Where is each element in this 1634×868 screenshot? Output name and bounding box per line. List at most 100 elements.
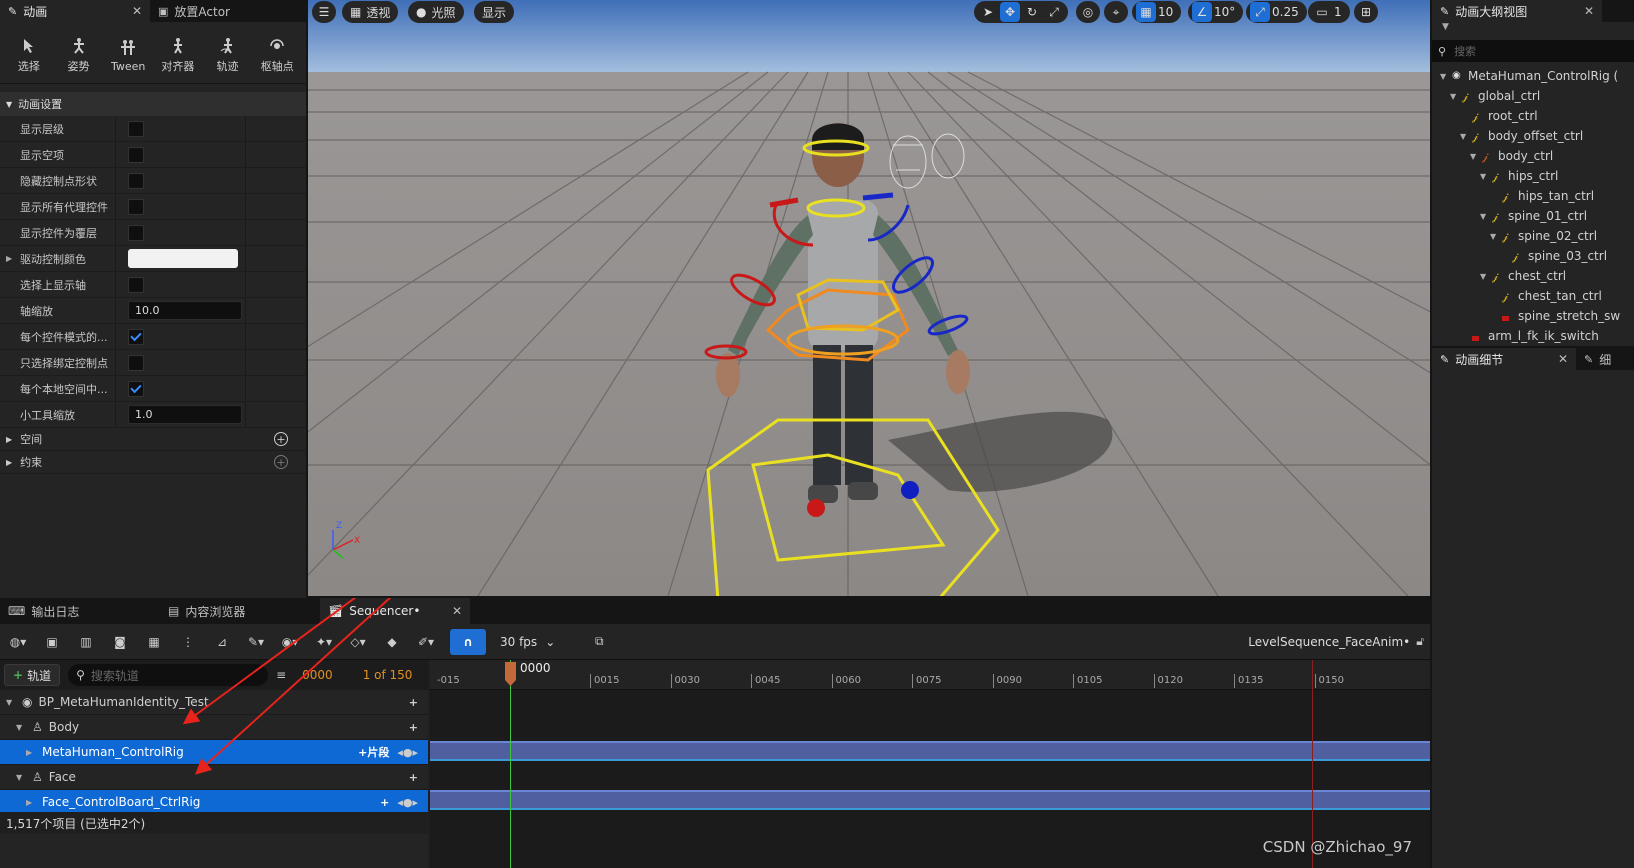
chevron-down-icon[interactable]: ▼ [1432, 22, 1634, 36]
add-section-button[interactable]: + [409, 696, 418, 709]
add-constraint-button[interactable]: + [274, 455, 288, 469]
chevron-right-icon[interactable]: ▶ [26, 748, 38, 757]
viewport-menu-button[interactable]: ☰ [312, 1, 336, 23]
track-row[interactable]: ▼ ◉ BP_MetaHumanIdentity_Test + [0, 690, 428, 715]
tab-content-browser[interactable]: ▤ 内容浏览器 [160, 598, 320, 624]
setting-checkbox[interactable] [128, 354, 144, 371]
current-frame[interactable]: 0000 [302, 668, 333, 682]
tool-pivot[interactable]: 枢轴点 [252, 37, 302, 74]
outliner-search-input[interactable]: ⚲ 搜索 [1432, 40, 1634, 62]
chevron-down-icon[interactable]: ▼ [1490, 232, 1500, 241]
tool-select[interactable]: 选择 [4, 37, 54, 74]
chevron-right-icon[interactable]: ▶ [26, 798, 38, 807]
outliner-item[interactable]: ▼ ◉ MetaHuman_ControlRig ( [1432, 66, 1634, 86]
chevron-down-icon[interactable]: ▼ [1450, 92, 1460, 101]
setting-checkbox[interactable] [128, 198, 144, 215]
section-anim-settings[interactable]: ▼ 动画设置 [0, 92, 306, 116]
key-nav-icon[interactable]: ◂●▸ [397, 746, 418, 759]
tab-anim-details[interactable]: ✎ 动画细节 ✕ [1432, 348, 1576, 370]
outliner-item[interactable]: spine_stretch_sw [1432, 306, 1634, 326]
lock-icon[interactable]: 🔓︎ [1416, 634, 1424, 649]
rotate-icon[interactable]: ↻ [1022, 2, 1042, 22]
fps-dropdown[interactable]: 30 fps ⌄ [500, 635, 555, 649]
chevron-down-icon[interactable]: ▼ [1460, 132, 1470, 141]
add-space-button[interactable]: + [274, 432, 288, 446]
key-nav-icon[interactable]: ◂●▸ [397, 796, 418, 809]
more-icon[interactable]: ⋮ [178, 632, 198, 652]
select-arrow-icon[interactable]: ➤ [978, 2, 998, 22]
camera-speed[interactable]: ▭ 1 [1308, 1, 1350, 23]
color-swatch[interactable] [128, 249, 238, 268]
add-track-button[interactable]: + 轨道 [4, 664, 61, 686]
chevron-down-icon[interactable]: ▼ [1480, 272, 1490, 281]
playhead[interactable] [510, 660, 511, 868]
setting-checkbox[interactable] [128, 146, 144, 163]
scale-icon[interactable]: ⤢ [1044, 2, 1064, 22]
settings-icon[interactable]: ✦▾ [314, 632, 334, 652]
key-icon[interactable]: ◇▾ [348, 632, 368, 652]
show-button[interactable]: 显示 [474, 1, 515, 23]
camera-icon[interactable]: ◙ [110, 632, 130, 652]
number-input[interactable]: 10.0 [128, 301, 242, 320]
close-icon[interactable]: ✕ [452, 604, 462, 618]
perspective-button[interactable]: ▦ 透视 [342, 1, 399, 23]
add-section-button[interactable]: + [409, 721, 418, 734]
chevron-down-icon[interactable]: ▼ [1440, 72, 1450, 81]
surface-snap-toggle[interactable]: ⌖ [1104, 1, 1128, 23]
add-section-button[interactable]: +片段 [358, 744, 389, 760]
setting-checkbox[interactable] [128, 120, 144, 137]
track-row[interactable]: ▼ ♙ Face + [0, 765, 428, 790]
viewport-scene[interactable]: Z X [308, 0, 1430, 596]
level-viewport[interactable]: Z X ☰ ▦ 透视 ● 光照 显示 ➤ ✥ ↻ ⤢ ◎ ⌖ ▦ 10 ∠ 10° ⤢ 0… [308, 0, 1430, 596]
curve-editor-icon[interactable]: ⧉ [589, 632, 609, 652]
tab-sequencer[interactable]: 🎬︎ Sequencer• ✕ [320, 598, 470, 624]
wrench-icon[interactable]: ✎▾ [246, 632, 266, 652]
tool-trail[interactable]: 轨迹 [203, 37, 253, 74]
timeline-area[interactable]: -015 0015 0030 0045 0060 0075 0090 0105 0120 0135… [430, 660, 1430, 868]
pen-icon[interactable]: ✐▾ [416, 632, 436, 652]
setting-checkbox[interactable] [128, 328, 144, 345]
setting-checkbox[interactable] [128, 380, 144, 397]
tool-tween[interactable]: Tween [103, 39, 153, 73]
add-section-button[interactable]: + [380, 796, 389, 809]
chevron-down-icon[interactable]: ▼ [1470, 152, 1480, 161]
tool-pose[interactable]: 姿势 [54, 37, 104, 74]
tab-details-2[interactable]: ✎ 细 [1576, 348, 1619, 370]
outliner-item[interactable]: ▼ 𝒿 body_offset_ctrl [1432, 126, 1634, 146]
tab-anim-outliner[interactable]: ✎ 动画大纲视图 ✕ [1432, 0, 1602, 22]
outliner-item[interactable]: ▼ 𝒿 spine_01_ctrl [1432, 206, 1634, 226]
outliner-item[interactable]: ▼ 𝒿 hips_ctrl [1432, 166, 1634, 186]
setting-checkbox[interactable] [128, 172, 144, 189]
curve-icon[interactable]: ⊿ [212, 632, 232, 652]
setting-checkbox[interactable] [128, 224, 144, 241]
viewport-layout-button[interactable]: ⊞ [1354, 1, 1378, 23]
browse-icon[interactable]: ▥ [76, 632, 96, 652]
control-rig-section[interactable] [430, 741, 1430, 762]
scale-snap[interactable]: ⤢ 0.25 [1246, 1, 1307, 23]
number-input[interactable]: 1.0 [128, 405, 242, 424]
track-row[interactable]: ▶ MetaHuman_ControlRig +片段 ◂●▸ [0, 740, 428, 765]
outliner-item[interactable]: 𝒿 spine_03_ctrl [1432, 246, 1634, 266]
eye-icon[interactable]: ◉▾ [280, 632, 300, 652]
chevron-down-icon[interactable]: ▼ [16, 773, 28, 782]
world-icon[interactable]: ◍▾ [8, 632, 28, 652]
filter-icon[interactable]: ≡ [276, 668, 286, 682]
lit-button[interactable]: ● 光照 [408, 1, 464, 23]
key-filled-icon[interactable]: ◆ [382, 632, 402, 652]
outliner-item[interactable]: 𝒿 chest_tan_ctrl [1432, 286, 1634, 306]
outliner-item[interactable]: arm_l_fk_ik_switch [1432, 326, 1634, 346]
tab-animation[interactable]: ✎ 动画 ✕ [0, 0, 150, 22]
category-space[interactable]: ▶ 空间 + [0, 428, 306, 451]
category-constraint[interactable]: ▶ 约束 + [0, 451, 306, 474]
grid-snap[interactable]: ▦ 10 [1132, 1, 1182, 23]
tool-aligner[interactable]: 对齐器 [153, 37, 203, 74]
chevron-down-icon[interactable]: ▼ [16, 723, 28, 732]
close-icon[interactable]: ✕ [1558, 352, 1568, 366]
save-icon[interactable]: ▣ [42, 632, 62, 652]
rotation-snap[interactable]: ∠ 10° [1188, 1, 1244, 23]
setting-checkbox[interactable] [128, 276, 144, 293]
chevron-down-icon[interactable]: ▼ [1480, 212, 1490, 221]
chevron-down-icon[interactable]: ▼ [1480, 172, 1490, 181]
outliner-item[interactable]: ▼ 𝒿 global_ctrl [1432, 86, 1634, 106]
track-search-input[interactable]: ⚲ 搜索轨道 [68, 664, 269, 686]
